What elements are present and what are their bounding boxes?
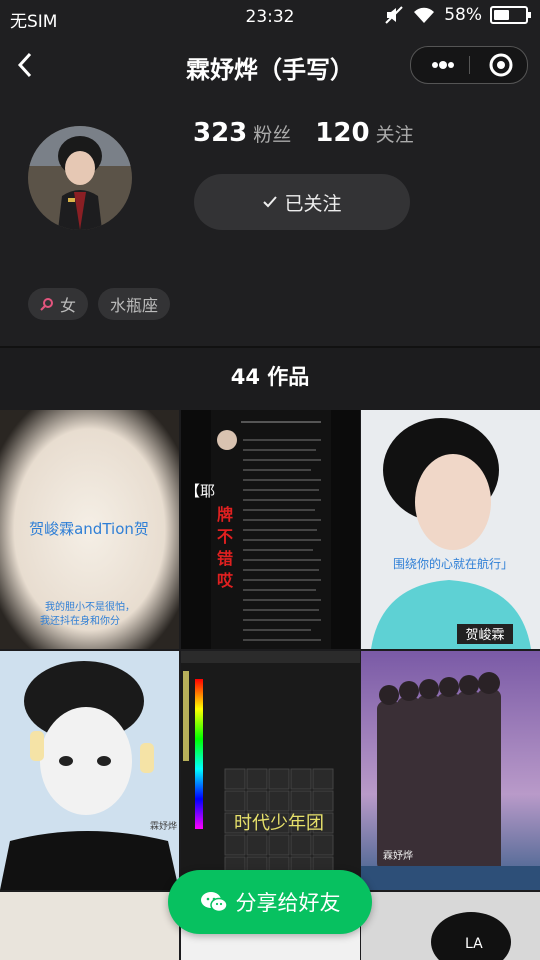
nav-bar: 霖妤烨（手写） (0, 34, 540, 96)
share-to-friends-button[interactable]: 分享给好友 (168, 870, 372, 934)
fans-stat[interactable]: 323 粉丝 (193, 118, 291, 148)
work-tile[interactable] (0, 892, 179, 960)
work-tile[interactable]: 时代少年团 (181, 651, 360, 890)
zodiac-tag: 水瓶座 (98, 288, 171, 320)
fans-label: 粉丝 (253, 124, 292, 146)
tile4-sign: 霖妤烨 (150, 820, 177, 832)
following-stat[interactable]: 120 关注 (315, 118, 413, 148)
tile1-line3: 我还抖在身和你分 (40, 614, 120, 627)
wechat-icon (200, 892, 228, 913)
tile3-caption: 围绕你的心就在航行」 (393, 556, 513, 571)
mute-icon (385, 6, 403, 24)
gender-tag: 女 (28, 288, 89, 320)
cap-logo-icon: LA (465, 936, 483, 952)
wifi-icon (414, 7, 435, 23)
work-tile[interactable]: 围绕你的心就在航行」 贺峻霖 (361, 410, 540, 649)
tile1-line2: 我的胆小不是很怕， (45, 600, 135, 613)
battery-icon (490, 6, 531, 24)
tile6-sign: 霖妤烨 (383, 849, 413, 862)
work-tile[interactable]: 【耶 牌 不 错 哎 (181, 410, 360, 649)
battery-percent: 58% (444, 5, 482, 25)
tile2-char: 错 (217, 549, 233, 568)
work-tile[interactable]: LA (361, 892, 540, 960)
mini-program-capsule (410, 46, 528, 84)
gender-tag-label: 女 (60, 296, 77, 315)
fans-count: 323 (193, 118, 248, 148)
works-count: 44 作品 (0, 348, 540, 410)
avatar[interactable] (28, 126, 132, 230)
close-target-icon[interactable] (483, 47, 519, 83)
tile3-name: 贺峻霖 (465, 627, 504, 643)
zodiac-tag-label: 水瓶座 (110, 296, 159, 315)
tile2-char: 牌 (217, 505, 233, 524)
followed-button[interactable]: 已关注 (194, 174, 410, 230)
following-count: 120 (315, 118, 370, 148)
tile2-char: 哎 (217, 571, 234, 590)
status-bar: 无SIM 23:32 58% (0, 0, 540, 34)
tile5-title: 时代少年团 (234, 813, 324, 834)
profile-header: 323 粉丝 120 关注 已关注 女 水瓶座 (0, 96, 540, 346)
check-icon (263, 196, 278, 208)
work-tile[interactable]: 霖妤烨 (361, 651, 540, 890)
share-button-label: 分享给好友 (235, 891, 341, 915)
tile2-title: 【耶 (185, 482, 215, 500)
tile2-char: 不 (217, 527, 233, 546)
following-label: 关注 (375, 124, 414, 146)
followed-button-label: 已关注 (284, 192, 342, 215)
work-tile[interactable]: 贺峻霖andTion贺 我的胆小不是很怕， 我还抖在身和你分 (0, 410, 179, 649)
female-icon (40, 298, 53, 311)
work-tile[interactable]: 霖妤烨 (0, 651, 179, 890)
more-icon[interactable] (425, 47, 461, 83)
tile1-line1: 贺峻霖andTion贺 (29, 520, 149, 538)
